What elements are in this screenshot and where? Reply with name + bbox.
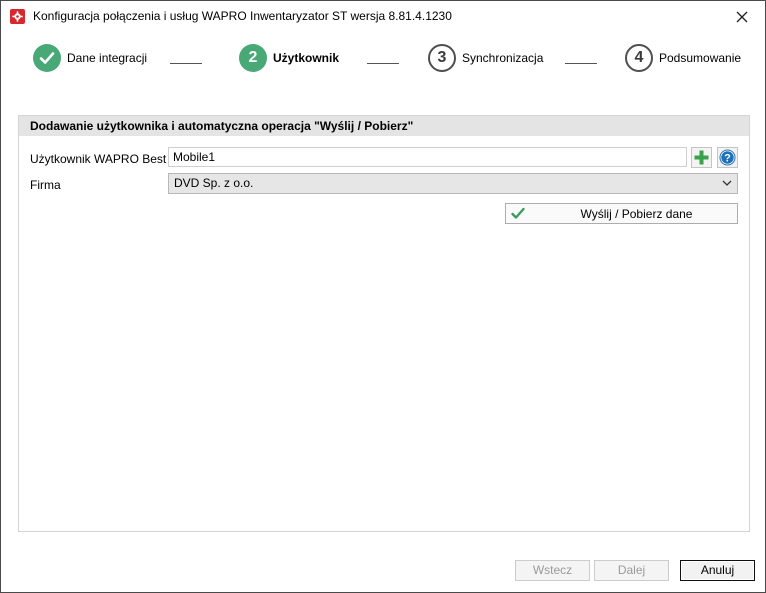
dialog-window: Konfiguracja połączenia i usług WAPRO In… <box>0 0 766 593</box>
window-title: Konfiguracja połączenia i usług WAPRO In… <box>33 9 452 23</box>
user-label: Użytkownik WAPRO Best <box>30 152 167 166</box>
cancel-button[interactable]: Anuluj <box>680 560 755 581</box>
firm-selected-value: DVD Sp. z o.o. <box>174 176 254 190</box>
add-user-button[interactable] <box>691 147 712 168</box>
step-dane-integracji: Dane integracji <box>33 44 147 72</box>
next-button[interactable]: Dalej <box>594 560 669 581</box>
step-number: 4 <box>625 44 653 72</box>
help-icon: ? <box>719 149 736 166</box>
firm-label: Firma <box>30 178 61 192</box>
step-connector <box>367 63 399 64</box>
step-done-checkmark-icon <box>33 44 61 72</box>
step-connector <box>170 63 202 64</box>
step-podsumowanie: 4 Podsumowanie <box>625 44 741 72</box>
step-uzytkownik: 2 Użytkownik <box>239 44 339 72</box>
user-group-panel: Dodawanie użytkownika i automatyczna ope… <box>18 115 750 532</box>
panel-header: Dodawanie użytkownika i automatyczna ope… <box>19 116 749 136</box>
title-bar: Konfiguracja połączenia i usług WAPRO In… <box>1 1 765 32</box>
step-label: Podsumowanie <box>659 51 742 65</box>
svg-text:?: ? <box>724 153 731 165</box>
close-icon <box>736 11 748 22</box>
close-button[interactable] <box>719 1 765 32</box>
step-label: Dane integracji <box>67 51 148 65</box>
back-button[interactable]: Wstecz <box>515 560 590 581</box>
step-label: Synchronizacja <box>462 51 544 65</box>
app-gear-icon <box>10 9 25 24</box>
chevron-down-icon <box>722 180 732 186</box>
user-input[interactable] <box>168 147 687 167</box>
send-receive-label: Wyślij / Pobierz dane <box>580 207 693 221</box>
wizard-stepper: Dane integracji 2 Użytkownik 3 Synchroni… <box>1 32 765 84</box>
plus-icon <box>694 150 709 165</box>
step-connector <box>565 63 597 64</box>
step-label: Użytkownik <box>273 51 340 65</box>
help-button[interactable]: ? <box>717 147 738 168</box>
send-receive-button[interactable]: Wyślij / Pobierz dane <box>505 203 738 224</box>
step-number: 2 <box>239 44 267 72</box>
step-synchronizacja: 3 Synchronizacja <box>428 44 543 72</box>
firm-select[interactable]: DVD Sp. z o.o. <box>168 173 738 194</box>
step-number: 3 <box>428 44 456 72</box>
